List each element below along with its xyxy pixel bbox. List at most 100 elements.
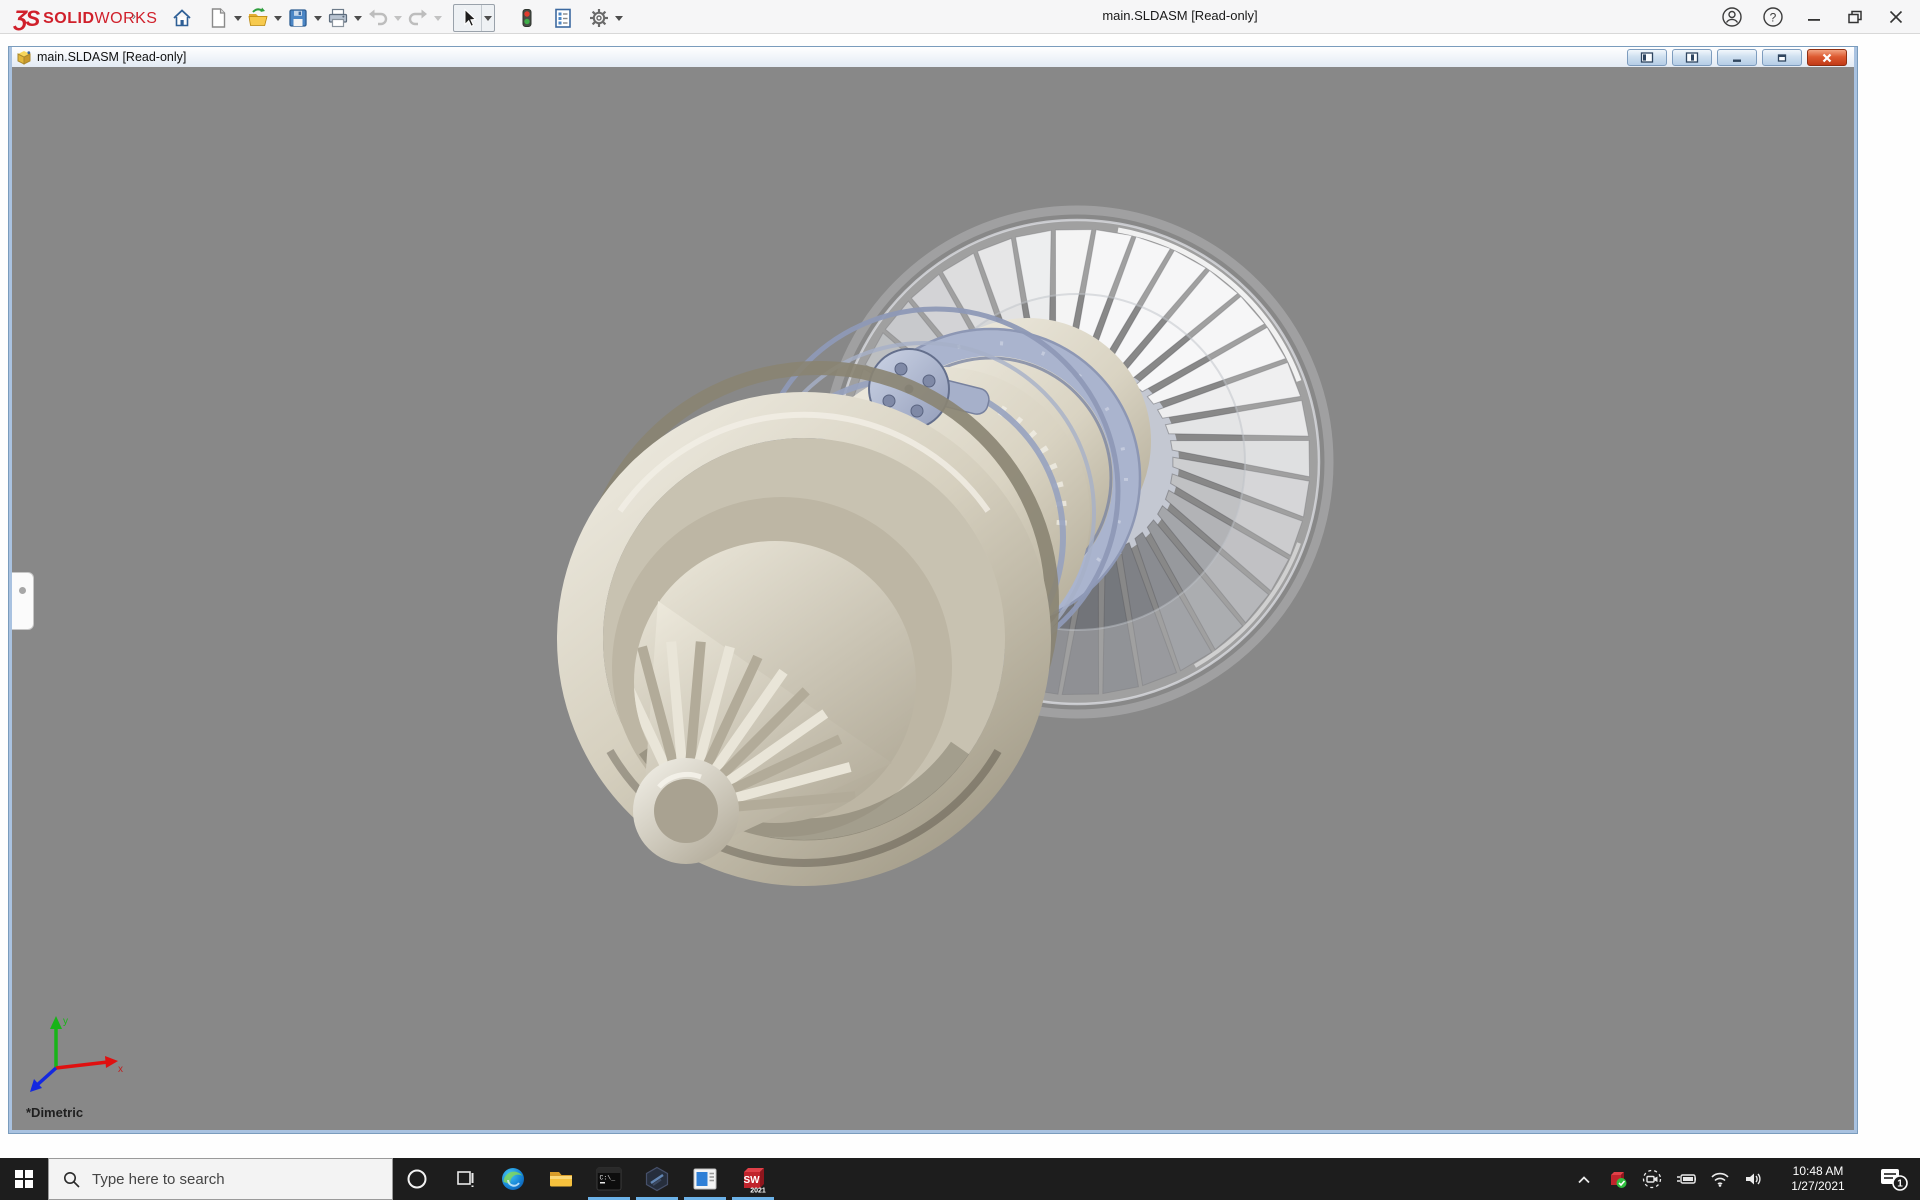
account-icon	[1722, 7, 1742, 27]
taskbar-spacer	[777, 1158, 1574, 1200]
start-button[interactable]	[0, 1158, 48, 1200]
battery-tray-button[interactable]	[1676, 1168, 1696, 1190]
taskbar-search[interactable]: Type here to search	[48, 1158, 393, 1200]
undo-icon	[368, 9, 387, 26]
battery-charging-icon	[1677, 1174, 1696, 1184]
save-button[interactable]	[284, 5, 311, 31]
document-title: main.SLDASM [Read-only]	[37, 50, 187, 64]
taskbar-app-window[interactable]	[681, 1158, 729, 1200]
wifi-tray-button[interactable]	[1710, 1168, 1730, 1190]
file-explorer-icon	[550, 1172, 572, 1187]
wifi-icon	[1711, 1172, 1729, 1187]
jet-engine-model	[557, 205, 1334, 886]
select-dropdown[interactable]	[481, 5, 494, 31]
rebuild-button[interactable]	[513, 5, 540, 31]
taskbar-app-command-prompt[interactable]: C:\_	[585, 1158, 633, 1200]
svg-text:C:\_: C:\_	[600, 1175, 616, 1182]
svg-text:x: x	[118, 1064, 123, 1075]
assembly-document-icon	[17, 50, 31, 65]
window-app-icon	[693, 1168, 717, 1190]
print-button[interactable]	[324, 5, 351, 31]
edge-icon	[502, 1168, 524, 1190]
solidworks-monitor-tray-button[interactable]	[1608, 1168, 1628, 1190]
graphics-viewport[interactable]: y x *Dimetric	[12, 67, 1854, 1130]
taskbar-app-hexagon[interactable]	[633, 1158, 681, 1200]
task-view-button[interactable]	[441, 1158, 489, 1200]
new-document-icon	[211, 8, 225, 28]
gear-icon	[589, 9, 608, 27]
solidworks-2021-icon: SW 2021	[743, 1168, 766, 1195]
solidworks-monitor-icon	[1611, 1172, 1627, 1188]
file-properties-button[interactable]	[549, 5, 576, 31]
action-center-icon: 1	[1881, 1169, 1908, 1191]
pane-right-button[interactable]	[1672, 49, 1712, 66]
doc-restore-button[interactable]	[1762, 49, 1802, 66]
minimize-icon	[1808, 19, 1820, 21]
open-button[interactable]	[244, 5, 271, 31]
redo-dropdown[interactable]	[431, 5, 444, 31]
pane-left-button[interactable]	[1627, 49, 1667, 66]
svg-text:2021: 2021	[750, 1188, 766, 1195]
system-tray: 10:48 AM 1/27/2021 1	[1574, 1158, 1920, 1200]
cortana-button[interactable]	[393, 1158, 441, 1200]
clock-time: 10:48 AM	[1792, 1164, 1844, 1178]
taskbar-app-file-explorer[interactable]	[537, 1158, 585, 1200]
redo-button[interactable]	[404, 5, 431, 31]
orientation-triad: y x	[30, 1016, 123, 1092]
hexagon-app-icon	[645, 1166, 669, 1192]
task-view-icon	[457, 1171, 474, 1187]
doc-minimize-button[interactable]	[1717, 49, 1757, 66]
meet-now-tray-button[interactable]	[1642, 1168, 1662, 1190]
cursor-icon	[464, 8, 477, 27]
document-window: main.SLDASM [Read-only] y x *Dimetric	[8, 46, 1858, 1134]
search-icon	[64, 1171, 80, 1188]
taskbar-app-solidworks[interactable]: SW 2021	[729, 1158, 777, 1200]
open-dropdown[interactable]	[271, 5, 284, 31]
undo-button[interactable]	[364, 5, 391, 31]
print-icon	[328, 8, 347, 28]
select-tool-button[interactable]	[454, 5, 481, 31]
restore-button[interactable]	[1843, 5, 1867, 29]
close-button[interactable]	[1884, 5, 1908, 29]
print-dropdown[interactable]	[351, 5, 364, 31]
document-window-buttons	[1627, 49, 1847, 66]
svg-text:y: y	[63, 1016, 68, 1027]
solidworks-logo-mark: ƷS	[14, 6, 40, 31]
doc-restore-icon	[1777, 53, 1787, 62]
save-icon	[288, 9, 307, 27]
clock-date: 1/27/2021	[1791, 1179, 1845, 1193]
restore-icon	[1848, 10, 1862, 24]
open-folder-icon	[248, 7, 268, 26]
new-dropdown[interactable]	[231, 5, 244, 31]
pane-left-icon	[1640, 52, 1654, 63]
options-dropdown[interactable]	[612, 5, 625, 31]
notification-badge: 1	[1897, 1179, 1903, 1190]
undo-dropdown[interactable]	[391, 5, 404, 31]
taskbar-app-edge[interactable]	[489, 1158, 537, 1200]
file-properties-icon	[554, 8, 571, 28]
pane-right-icon	[1685, 52, 1699, 63]
save-dropdown[interactable]	[311, 5, 324, 31]
expand-pane-icon	[19, 587, 26, 594]
help-button[interactable]: ?	[1761, 5, 1785, 29]
options-button[interactable]	[585, 5, 612, 31]
document-title-bar[interactable]: main.SLDASM [Read-only]	[12, 47, 1854, 67]
redo-icon	[408, 9, 427, 26]
speaker-icon	[1746, 1173, 1761, 1185]
meet-now-camera-icon	[1642, 1169, 1662, 1189]
show-hidden-icons-button[interactable]	[1574, 1168, 1594, 1190]
svg-text:SW: SW	[743, 1175, 760, 1186]
new-document-button[interactable]	[204, 5, 231, 31]
home-button[interactable]	[168, 5, 195, 31]
volume-tray-button[interactable]	[1744, 1168, 1764, 1190]
app-window-title: main.SLDASM [Read-only]	[1102, 8, 1258, 23]
home-icon	[172, 9, 191, 27]
account-button[interactable]	[1720, 5, 1744, 29]
doc-close-button[interactable]	[1807, 49, 1847, 66]
menu-expand-icon[interactable]: ›	[132, 9, 136, 23]
action-center-button[interactable]: 1	[1872, 1166, 1916, 1192]
select-tool-group	[453, 4, 495, 32]
feature-manager-collapsed-tab[interactable]	[12, 572, 34, 630]
minimize-button[interactable]	[1802, 5, 1826, 29]
taskbar-clock[interactable]: 10:48 AM 1/27/2021	[1778, 1164, 1858, 1194]
